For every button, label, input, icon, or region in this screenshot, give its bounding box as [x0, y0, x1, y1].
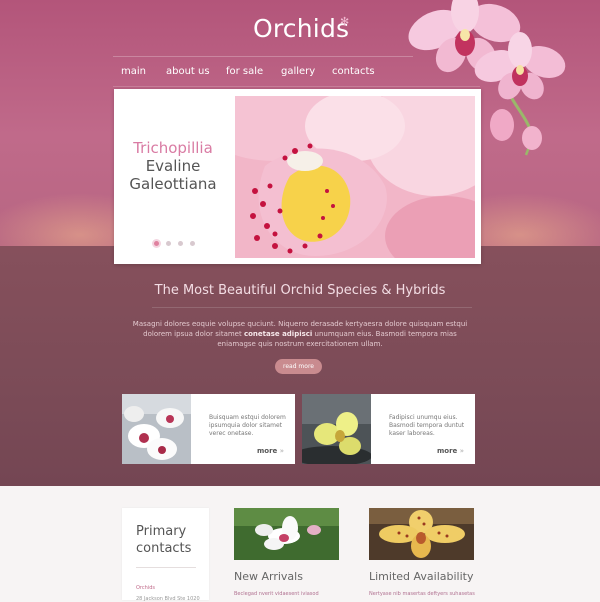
slider-dot-1[interactable]: [154, 241, 159, 246]
new-arrivals-photo[interactable]: [234, 508, 339, 560]
nav-item-for-sale[interactable]: for sale: [226, 66, 263, 77]
contacts-heading-line2: contacts: [136, 541, 192, 556]
featured-slider: Trichopillia Evaline Galeottiana: [114, 89, 481, 264]
feature-card-1: Buisquam estqui dolorem ipsumquia dolor …: [122, 394, 295, 464]
feature-more-link[interactable]: more »: [257, 447, 284, 455]
slide-caption: Trichopillia Evaline Galeottiana: [114, 139, 232, 193]
slide-caption-name: Evaline: [145, 157, 201, 175]
read-more-button[interactable]: read more: [275, 359, 322, 374]
limited-availability-heading[interactable]: Limited Availability: [369, 570, 473, 583]
slider-dot-3[interactable]: [178, 241, 183, 246]
intro-text-bold: conetase adipisci: [243, 330, 313, 338]
primary-contacts-card: Primary contacts Orchids 28 Jackson Blvd…: [122, 508, 209, 602]
feature-card-2: Fadipisci unumqu eius. Basmodi tempora d…: [302, 394, 475, 464]
feature-text: Fadipisci unumqu eius. Basmodi tempora d…: [389, 414, 465, 437]
double-chevron-icon: »: [279, 447, 285, 455]
feature-photo-white-orchids: [122, 394, 191, 464]
slide-orchid-photo: [235, 96, 475, 258]
nav-item-gallery[interactable]: gallery: [281, 66, 315, 77]
limited-availability-text: Nertyase nib masertas deftyers suhasetas: [369, 591, 475, 597]
nav-item-contacts[interactable]: contacts: [332, 66, 375, 77]
nav-item-about-us[interactable]: about us: [166, 66, 210, 77]
site-logo[interactable]: Orchids: [253, 14, 349, 43]
intro-divider: [152, 307, 472, 308]
slide-caption-genus: Trichopillia: [133, 139, 213, 157]
contacts-company: Orchids: [136, 585, 155, 591]
slider-dot-2[interactable]: [166, 241, 171, 246]
more-label[interactable]: more: [437, 447, 457, 455]
slider-dot-4[interactable]: [190, 241, 195, 246]
intro-heading: The Most Beautiful Orchid Species & Hybr…: [154, 283, 446, 298]
logo-star-icon: ✻: [340, 15, 350, 28]
nav-divider-top: [113, 56, 413, 57]
contacts-address: 28 Jackson Blvd Ste 1020: [136, 596, 200, 602]
slide-caption-species: Galeottiana: [129, 175, 217, 193]
more-label[interactable]: more: [257, 447, 277, 455]
contacts-heading: Primary contacts: [136, 523, 191, 557]
feature-photo-yellow-orchid: [302, 394, 371, 464]
limited-availability-photo[interactable]: [369, 508, 474, 560]
nav-item-main[interactable]: main: [121, 66, 146, 77]
intro-paragraph: Masagni dolores eoquie volupse quciunt. …: [128, 319, 472, 349]
feature-text: Buisquam estqui dolorem ipsumquia dolor …: [209, 414, 286, 437]
contacts-divider: [136, 567, 196, 568]
feature-more-link[interactable]: more »: [437, 447, 464, 455]
new-arrivals-heading[interactable]: New Arrivals: [234, 570, 303, 583]
double-chevron-icon: »: [459, 447, 465, 455]
new-arrivals-text: Beclegad nverit vidaesent iviasod: [234, 591, 319, 597]
contacts-heading-line1: Primary: [136, 524, 187, 539]
